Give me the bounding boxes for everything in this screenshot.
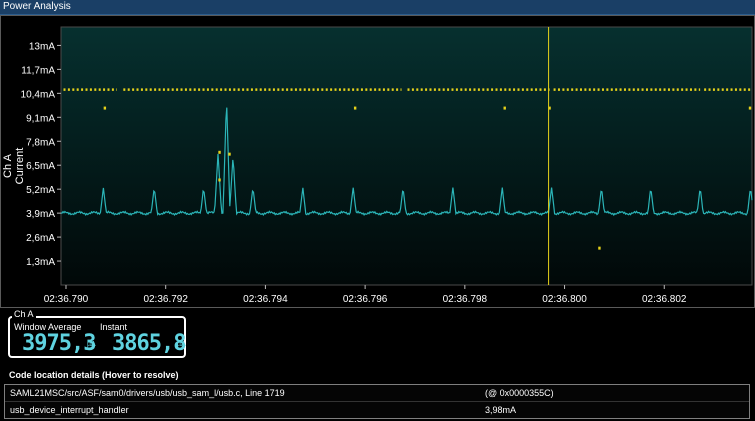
x-tick-label: 02:36.802 — [642, 294, 687, 305]
window-average-value: 3975,3 — [22, 331, 96, 356]
window-average-unit: µA — [87, 341, 96, 348]
code-location-row[interactable]: usb_device_interrupt_handler 3,98mA — [5, 402, 749, 418]
instant-value: 3865,8 — [112, 331, 186, 356]
window-title: Power Analysis — [3, 1, 71, 12]
channel-a-title: Ch A — [12, 309, 36, 319]
current-chart[interactable]: 13mA 11,7mA 10,4mA 9,1mA 7,8mA 6,5mA 5,2mA 3,9m… — [0, 15, 755, 308]
y-tick-label: 1,3mA — [26, 257, 55, 268]
y-tick-label: 6,5mA — [26, 161, 55, 172]
x-tick-label: 02:36.796 — [343, 294, 388, 305]
y-tick-label: 7,8mA — [26, 137, 55, 148]
title-bar: Power Analysis — [0, 0, 755, 15]
y-tick-label: 13mA — [29, 41, 55, 52]
code-location-row[interactable]: SAML21MSC/src/ASF/sam0/drivers/usb/usb_s… — [5, 385, 749, 401]
yellow-marker — [598, 246, 601, 250]
yellow-marker — [218, 150, 221, 154]
x-tick-label: 02:36.792 — [143, 294, 188, 305]
yellow-marker — [228, 152, 231, 156]
code-location-table[interactable]: SAML21MSC/src/ASF/sam0/drivers/usb/usb_s… — [4, 384, 750, 419]
code-location-title: Code location details (Hover to resolve) — [9, 370, 179, 380]
x-tick-label: 02:36.798 — [443, 294, 488, 305]
y-tick-label: 10,4mA — [21, 89, 56, 100]
yellow-marker — [353, 106, 357, 110]
yellow-marker — [103, 106, 107, 110]
plot-area[interactable] — [60, 26, 753, 286]
code-location-path: SAML21MSC/src/ASF/sam0/drivers/usb/usb_s… — [10, 388, 285, 398]
yellow-marker — [748, 106, 752, 110]
x-tick-label: 02:36.800 — [542, 294, 587, 305]
code-current-value: 3,98mA — [485, 405, 517, 415]
y-tick-label: 2,6mA — [26, 233, 55, 244]
y-tick-label: 5,2mA — [26, 185, 55, 196]
yellow-marker — [503, 106, 506, 110]
x-tick-label: 02:36.790 — [44, 294, 89, 305]
y-tick-label: 11,7mA — [21, 65, 55, 76]
yellow-marker — [218, 178, 221, 182]
y-tick-label: 3,9mA — [26, 209, 55, 220]
instant-unit: µA — [177, 341, 186, 348]
code-function-name: usb_device_interrupt_handler — [10, 405, 129, 415]
code-location-address: (@ 0x0000355C) — [485, 388, 554, 398]
y-tick-label: 9,1mA — [26, 113, 55, 124]
x-tick-label: 02:36.794 — [243, 294, 288, 305]
y-axis-label: Ch A Current — [2, 147, 26, 185]
